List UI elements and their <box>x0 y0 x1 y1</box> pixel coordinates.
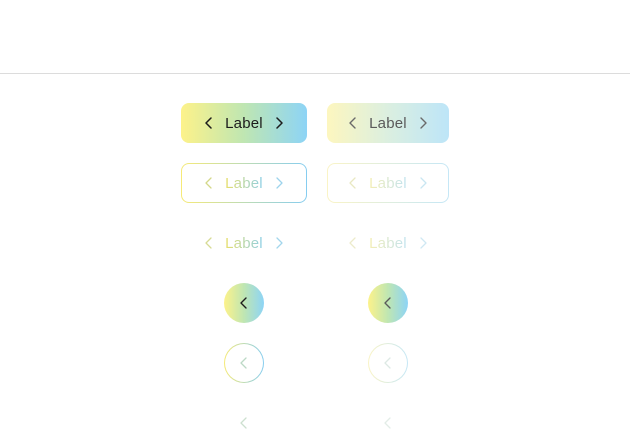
outline-label-button-disabled[interactable]: Label <box>327 163 449 203</box>
chevron-left-icon <box>236 415 252 431</box>
header-divider <box>0 73 630 74</box>
button-label: Label <box>369 174 407 192</box>
outline-icon-button-disabled[interactable] <box>368 343 408 383</box>
chevron-left-icon <box>380 415 396 431</box>
outline-icon-button[interactable] <box>224 343 264 383</box>
chevron-right-icon <box>271 115 287 131</box>
chevron-right-icon <box>415 115 431 131</box>
chevron-left-icon <box>380 355 396 371</box>
button-label: Label <box>225 174 263 192</box>
chevron-right-icon <box>271 235 287 251</box>
button-label: Label <box>369 114 407 132</box>
chevron-left-icon <box>345 235 361 251</box>
chevron-left-icon <box>345 115 361 131</box>
filled-icon-button-disabled[interactable] <box>368 283 408 323</box>
text-label-button-disabled[interactable]: Label <box>327 223 449 263</box>
chevron-right-icon <box>415 175 431 191</box>
chevron-left-icon <box>236 355 252 371</box>
chevron-right-icon <box>271 175 287 191</box>
button-label: Label <box>369 234 407 252</box>
button-label: Label <box>225 114 263 132</box>
chevron-left-icon <box>380 295 396 311</box>
text-icon-button[interactable] <box>224 403 264 443</box>
chevron-left-icon <box>345 175 361 191</box>
chevron-left-icon <box>201 175 217 191</box>
chevron-right-icon <box>415 235 431 251</box>
button-label: Label <box>225 234 263 252</box>
chevron-left-icon <box>236 295 252 311</box>
filled-label-button-disabled[interactable]: Label <box>327 103 449 143</box>
filled-label-button[interactable]: Label <box>181 103 307 143</box>
text-icon-button-disabled[interactable] <box>368 403 408 443</box>
filled-icon-button[interactable] <box>224 283 264 323</box>
chevron-left-icon <box>201 235 217 251</box>
chevron-left-icon <box>201 115 217 131</box>
text-label-button[interactable]: Label <box>181 223 307 263</box>
outline-label-button[interactable]: Label <box>181 163 307 203</box>
